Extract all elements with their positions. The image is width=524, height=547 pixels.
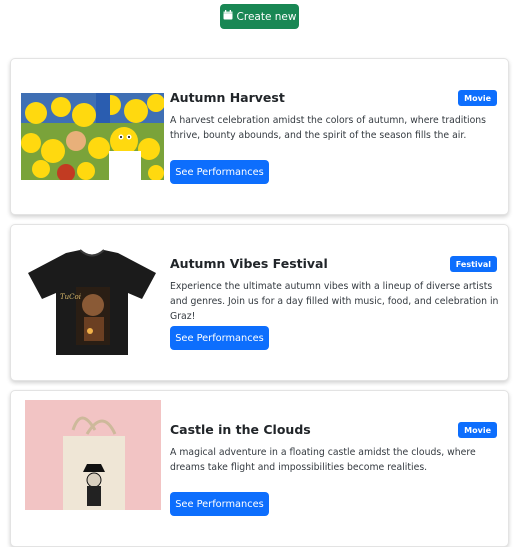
svg-text:TuCoi: TuCoi bbox=[60, 293, 81, 301]
category-badge: Festival bbox=[449, 256, 497, 272]
see-performances-button[interactable]: See Performances bbox=[170, 492, 269, 516]
event-card: TuCoi Autumn Vibes Festival Festival Exp… bbox=[10, 224, 509, 381]
event-description: A harvest celebration amidst the colors … bbox=[170, 115, 487, 141]
event-title: Autumn Harvest bbox=[170, 90, 285, 105]
category-badge: Movie bbox=[458, 422, 497, 438]
event-title: Castle in the Clouds bbox=[170, 422, 311, 437]
category-badge: Movie bbox=[458, 90, 497, 106]
toolbar: Create new bbox=[0, 4, 524, 30]
event-card: Castle in the Clouds Movie A magical adv… bbox=[10, 390, 509, 547]
event-description: Experience the ultimate autumn vibes wit… bbox=[170, 281, 499, 322]
create-new-label: Create new bbox=[236, 10, 297, 23]
calendar-icon bbox=[223, 10, 233, 23]
see-performances-button[interactable]: See Performances bbox=[170, 326, 269, 350]
event-image[interactable] bbox=[21, 93, 164, 180]
create-new-button[interactable]: Create new bbox=[220, 4, 299, 29]
event-card: Autumn Harvest Movie A harvest celebrati… bbox=[10, 58, 509, 215]
event-title: Autumn Vibes Festival bbox=[170, 256, 328, 271]
event-image[interactable] bbox=[25, 400, 161, 510]
event-description: A magical adventure in a floating castle… bbox=[170, 447, 476, 473]
see-performances-button[interactable]: See Performances bbox=[170, 160, 269, 184]
event-image[interactable]: TuCoi bbox=[24, 247, 160, 360]
